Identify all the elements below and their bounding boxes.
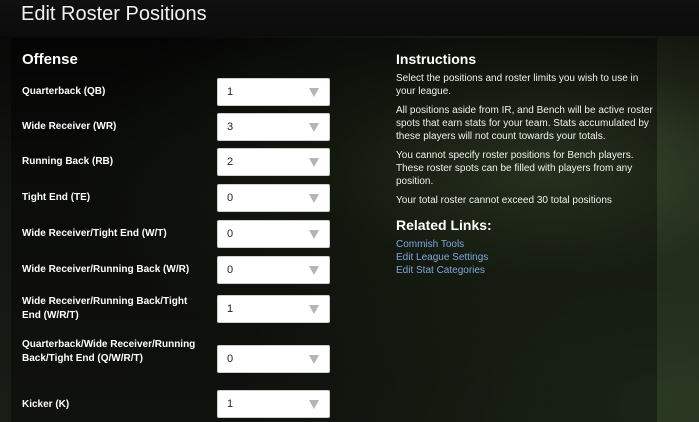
chevron-down-icon [309,355,319,364]
roster-label: Wide Receiver/Running Back/Tight End (W/… [22,296,188,321]
select-value: 1 [227,303,234,315]
commish-tools-link[interactable]: Commish Tools [396,238,656,251]
chevron-down-icon [309,88,319,97]
edit-stat-categories-link[interactable]: Edit Stat Categories [396,264,656,277]
roster-row-rb: Running Back (RB) 2 [22,148,332,176]
chevron-down-icon [309,305,319,314]
instructions-paragraph: All positions aside from IR, and Bench w… [396,105,653,142]
select-value: 2 [227,156,234,168]
instructions-paragraph: Select the positions and roster limits y… [396,73,639,97]
roster-row-wt: Wide Receiver/Tight End (W/T) 0 [22,220,332,248]
related-links-title: Related Links: [396,217,492,233]
select-value: 0 [227,353,234,365]
chevron-down-icon [309,400,319,409]
instructions-title: Instructions [396,51,477,67]
chevron-down-icon [309,266,319,275]
wr-count-select[interactable]: 3 [217,113,330,141]
page-header: Edit Roster Positions [0,0,699,36]
wr-flex-count-select[interactable]: 0 [217,256,330,284]
roster-label: Quarterback (QB) [22,86,106,97]
select-value: 3 [227,121,234,133]
chevron-down-icon [309,158,319,167]
roster-label: Wide Receiver (WR) [22,121,117,132]
roster-row-wr-flex: Wide Receiver/Running Back (W/R) 0 [22,256,332,284]
roster-label: Running Back (RB) [22,156,114,167]
wrt-count-select[interactable]: 1 [217,295,330,323]
instructions-panel: Instructions Select the positions and ro… [396,51,656,277]
roster-row-te: Tight End (TE) 0 [22,184,332,212]
chevron-down-icon [309,230,319,239]
roster-row-wr: Wide Receiver (WR) 3 [22,113,332,141]
roster-row-qwrt: Quarterback/Wide Receiver/Running Back/T… [22,338,332,380]
roster-label: Kicker (K) [22,399,70,410]
roster-label: Quarterback/Wide Receiver/Running Back/T… [22,339,196,364]
wt-count-select[interactable]: 0 [217,220,330,248]
page-title: Edit Roster Positions [21,3,207,25]
roster-label: Wide Receiver/Tight End (W/T) [22,228,167,239]
k-count-select[interactable]: 1 [217,390,330,418]
roster-label: Tight End (TE) [22,192,91,203]
rb-count-select[interactable]: 2 [217,148,330,176]
qwrt-count-select[interactable]: 0 [217,345,330,373]
offense-section-title: Offense [22,51,78,68]
qb-count-select[interactable]: 1 [217,78,330,106]
roster-row-k: Kicker (K) 1 [22,390,332,418]
roster-label: Wide Receiver/Running Back (W/R) [22,264,190,275]
select-value: 0 [227,228,234,240]
select-value: 0 [227,264,234,276]
select-value: 1 [227,398,234,410]
select-value: 1 [227,86,234,98]
instructions-paragraph: Your total roster cannot exceed 30 total… [396,195,612,206]
chevron-down-icon [309,194,319,203]
roster-row-qb: Quarterback (QB) 1 [22,78,332,106]
select-value: 0 [227,192,234,204]
instructions-paragraph: You cannot specify roster positions for … [396,150,634,187]
te-count-select[interactable]: 0 [217,184,330,212]
chevron-down-icon [309,123,319,132]
edit-league-settings-link[interactable]: Edit League Settings [396,251,656,264]
roster-row-wrt: Wide Receiver/Running Back/Tight End (W/… [22,295,332,323]
